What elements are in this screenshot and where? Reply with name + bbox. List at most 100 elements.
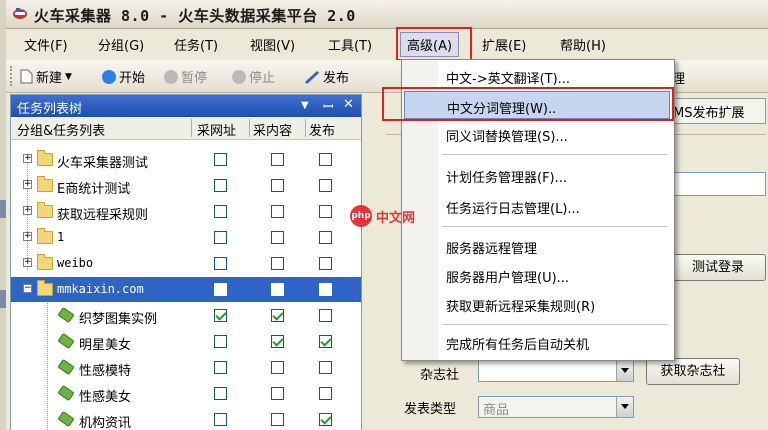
collect-url-checkbox[interactable] — [214, 179, 227, 192]
menu-item-run-log[interactable]: 任务运行日志管理(L)... — [402, 192, 674, 220]
tree-row[interactable]: 性感模特 — [11, 355, 361, 380]
magazine-select[interactable] — [478, 360, 634, 382]
menu-separator — [442, 154, 668, 155]
folder-icon — [37, 150, 53, 166]
publish-checkbox[interactable] — [319, 153, 332, 166]
task-leaf-icon — [57, 306, 75, 324]
chevron-down-icon[interactable] — [616, 361, 633, 381]
collect-url-checkbox[interactable] — [214, 283, 227, 296]
collect-url-checkbox[interactable] — [214, 335, 227, 348]
menu-group[interactable]: 分组(G) — [98, 35, 144, 54]
menu-item-server-users[interactable]: 服务器用户管理(U)... — [402, 261, 674, 289]
get-magazine-button[interactable]: 获取杂志社 — [646, 358, 740, 385]
panel-menu-icon[interactable]: ▼ — [301, 100, 309, 111]
pin-icon[interactable]: ꟷ — [323, 97, 334, 115]
column-header-collect-content[interactable]: 采内容 — [253, 120, 292, 139]
pause-button[interactable]: 暂停 — [164, 67, 207, 86]
text-field[interactable] — [666, 172, 766, 196]
magazine-label: 杂志社 — [420, 368, 460, 383]
collect-content-checkbox[interactable] — [271, 153, 284, 166]
publish-checkbox[interactable] — [319, 205, 332, 218]
column-header-publish[interactable]: 发布 — [309, 120, 335, 139]
collect-url-checkbox[interactable] — [214, 205, 227, 218]
menu-task[interactable]: 任务(T) — [174, 35, 218, 54]
column-header-task-list[interactable]: 分组&任务列表 — [17, 120, 105, 139]
publish-button[interactable]: 发布 — [304, 67, 349, 86]
collect-url-checkbox[interactable] — [214, 153, 227, 166]
publish-checkbox[interactable] — [319, 257, 332, 270]
collect-content-checkbox[interactable] — [271, 283, 284, 296]
collect-content-checkbox[interactable] — [271, 205, 284, 218]
tree-row[interactable]: 织梦图集实例 — [11, 303, 361, 328]
publish-checkbox[interactable] — [319, 335, 332, 348]
collect-content-checkbox[interactable] — [271, 387, 284, 400]
publish-type-select[interactable]: 商品 — [478, 396, 634, 418]
menu-view[interactable]: 视图(V) — [250, 35, 295, 54]
publish-checkbox[interactable] — [319, 283, 332, 296]
tree-row[interactable]: + weibo — [11, 251, 361, 276]
menu-item-label: 完成所有任务后自动关机 — [446, 338, 590, 353]
expand-icon[interactable]: + — [23, 232, 32, 241]
expand-icon[interactable]: + — [23, 206, 32, 215]
stop-icon — [232, 69, 246, 84]
close-icon[interactable]: ✕ — [343, 97, 354, 112]
task-panel-title: 任务列表树 — [17, 102, 83, 117]
collect-content-checkbox[interactable] — [271, 361, 284, 374]
menu-item-auto-shutdown[interactable]: 完成所有任务后自动关机 — [402, 328, 674, 356]
new-button[interactable]: 新建 ▼ — [20, 67, 72, 86]
menu-help[interactable]: 帮助(H) — [560, 35, 606, 54]
menu-item-word-segmentation[interactable]: 中文分词管理(W).. — [404, 91, 670, 119]
tree-row[interactable]: 机构资讯 — [11, 407, 361, 430]
collapse-icon[interactable]: − — [23, 284, 32, 293]
publish-checkbox[interactable] — [319, 231, 332, 244]
tree-row[interactable]: + 1 — [11, 225, 361, 250]
publish-checkbox[interactable] — [319, 387, 332, 400]
collect-url-checkbox[interactable] — [214, 413, 227, 426]
menu-file[interactable]: 文件(F) — [24, 35, 68, 54]
column-header-collect-url[interactable]: 采网址 — [197, 120, 236, 139]
tree-row[interactable]: 明星美女 — [11, 329, 361, 354]
menu-tools[interactable]: 工具(T) — [328, 35, 372, 54]
test-login-button[interactable]: 测试登录 — [670, 254, 766, 281]
menu-advanced[interactable]: 高级(A) — [400, 32, 460, 57]
tree-row[interactable]: + 火车采集器测试 — [11, 147, 361, 172]
tree-row[interactable]: + E商统计测试 — [11, 173, 361, 198]
chevron-down-icon[interactable] — [616, 397, 633, 417]
menu-item-server-remote[interactable]: 服务器远程管理 — [402, 232, 674, 260]
menu-item-update-rules[interactable]: 获取更新远程采集规则(R) — [402, 290, 674, 318]
publish-checkbox[interactable] — [319, 361, 332, 374]
collect-content-checkbox[interactable] — [271, 413, 284, 426]
expand-icon[interactable]: + — [23, 180, 32, 189]
tree-row[interactable]: + 获取远程采规则 — [11, 199, 361, 224]
folder-icon — [37, 280, 53, 296]
stop-button[interactable]: 停止 — [232, 67, 275, 86]
publish-checkbox[interactable] — [319, 309, 332, 322]
menu-item-scheduler[interactable]: 计划任务管理器(F)... — [402, 161, 674, 189]
publish-checkbox[interactable] — [319, 413, 332, 426]
collect-url-checkbox[interactable] — [214, 387, 227, 400]
expand-icon[interactable]: + — [23, 258, 32, 267]
chevron-down-icon[interactable]: ▼ — [65, 72, 72, 82]
tree-row[interactable]: 性感美女 — [11, 381, 361, 406]
menu-extend[interactable]: 扩展(E) — [482, 35, 526, 54]
expand-icon[interactable]: + — [23, 154, 32, 163]
collect-url-checkbox[interactable] — [214, 257, 227, 270]
task-panel-header: 任务列表树 ▼ ꟷ ✕ — [11, 95, 361, 117]
collect-content-checkbox[interactable] — [271, 231, 284, 244]
publish-checkbox[interactable] — [319, 179, 332, 192]
collect-content-checkbox[interactable] — [271, 257, 284, 270]
menu-item-label: 中文分词管理(W).. — [447, 102, 557, 117]
collect-content-checkbox[interactable] — [271, 335, 284, 348]
collect-url-checkbox[interactable] — [214, 361, 227, 374]
collect-content-checkbox[interactable] — [271, 309, 284, 322]
menu-item-synonym-replace[interactable]: 同义词替换管理(S)... — [402, 120, 674, 148]
collect-url-checkbox[interactable] — [214, 231, 227, 244]
collect-content-checkbox[interactable] — [271, 179, 284, 192]
tree-row-selected[interactable]: − mmkaixin.com — [11, 277, 361, 302]
collect-url-checkbox[interactable] — [214, 309, 227, 322]
start-button[interactable]: 开始 — [102, 67, 145, 86]
menu-item-label: 服务器远程管理 — [446, 242, 538, 257]
publish-type-label: 发表类型 — [404, 402, 457, 417]
tab-cms-publish-extension[interactable]: MS发布扩展 — [666, 98, 766, 124]
menu-item-cn-en-translate[interactable]: 中文->英文翻译(T)... — [402, 62, 674, 90]
